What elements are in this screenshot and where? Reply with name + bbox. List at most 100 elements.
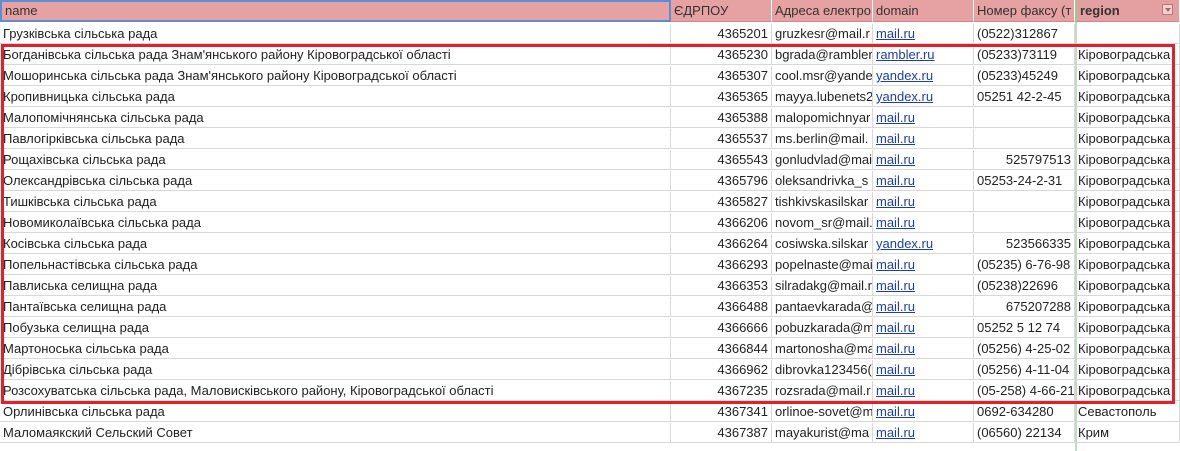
cell-name[interactable]: Косівська сільська рада: [0, 234, 671, 254]
header-fax[interactable]: Номер факсу (т: [974, 0, 1075, 22]
cell-region[interactable]: Крим: [1075, 423, 1180, 443]
cell-region[interactable]: Кіровоградська: [1075, 171, 1180, 191]
domain-link[interactable]: mail.ru: [876, 110, 915, 125]
domain-link[interactable]: rambler.ru: [876, 47, 935, 62]
domain-link[interactable]: mail.ru: [876, 383, 915, 398]
cell-name[interactable]: Орлинівська сільська рада: [0, 402, 671, 422]
cell-email[interactable]: pobuzkarada@m: [772, 318, 873, 338]
domain-link[interactable]: mail.ru: [876, 425, 915, 440]
cell-edrpou[interactable]: 4365201: [671, 24, 772, 44]
cell-fax[interactable]: 05252 5 12 74: [974, 318, 1075, 338]
cell-region[interactable]: Кіровоградська: [1075, 87, 1180, 107]
cell-region[interactable]: Кіровоградська: [1075, 276, 1180, 296]
cell-domain[interactable]: mail.ru: [873, 108, 974, 128]
cell-region[interactable]: Кіровоградська: [1075, 108, 1180, 128]
cell-edrpou[interactable]: 4365827: [671, 192, 772, 212]
cell-email[interactable]: cool.msr@yande: [772, 66, 873, 86]
cell-edrpou[interactable]: 4365388: [671, 108, 772, 128]
cell-fax[interactable]: (05238)22696: [974, 276, 1075, 296]
cell-fax[interactable]: (0522)312867: [974, 24, 1075, 44]
cell-domain[interactable]: rambler.ru: [873, 45, 974, 65]
cell-name[interactable]: Рощахівська сільська рада: [0, 150, 671, 170]
domain-link[interactable]: mail.ru: [876, 341, 915, 356]
cell-fax[interactable]: [974, 129, 1075, 149]
cell-fax[interactable]: (05235) 6-76-98: [974, 255, 1075, 275]
cell-edrpou[interactable]: 4366206: [671, 213, 772, 233]
domain-link[interactable]: mail.ru: [876, 173, 915, 188]
cell-edrpou[interactable]: 4365537: [671, 129, 772, 149]
domain-link[interactable]: mail.ru: [876, 257, 915, 272]
cell-edrpou[interactable]: 4366844: [671, 339, 772, 359]
cell-domain[interactable]: mail.ru: [873, 318, 974, 338]
cell-domain[interactable]: mail.ru: [873, 339, 974, 359]
cell-fax[interactable]: 05251 42-2-45: [974, 87, 1075, 107]
cell-region[interactable]: Кіровоградська: [1075, 45, 1180, 65]
cell-fax[interactable]: [974, 213, 1075, 233]
cell-domain[interactable]: mail.ru: [873, 255, 974, 275]
cell-email[interactable]: mayakurist@ma: [772, 423, 873, 443]
cell-region[interactable]: Кіровоградська: [1075, 66, 1180, 86]
cell-name[interactable]: Павлогірківська сільська рада: [0, 129, 671, 149]
cell-edrpou[interactable]: 4366666: [671, 318, 772, 338]
cell-domain[interactable]: mail.ru: [873, 129, 974, 149]
cell-fax[interactable]: 675207288: [974, 297, 1075, 317]
cell-edrpou[interactable]: 4365307: [671, 66, 772, 86]
domain-link[interactable]: yandex.ru: [876, 89, 933, 104]
cell-domain[interactable]: yandex.ru: [873, 87, 974, 107]
cell-email[interactable]: gonludvlad@mai: [772, 150, 873, 170]
filter-dropdown-icon[interactable]: [1162, 4, 1173, 15]
header-name[interactable]: name: [0, 0, 671, 22]
cell-region[interactable]: Кіровоградська: [1075, 339, 1180, 359]
header-domain[interactable]: domain: [873, 0, 974, 22]
cell-region[interactable]: Кіровоградська: [1075, 129, 1180, 149]
cell-fax[interactable]: (05233)45249: [974, 66, 1075, 86]
cell-region[interactable]: Кіровоградська: [1075, 192, 1180, 212]
cell-email[interactable]: bgrada@rambler: [772, 45, 873, 65]
cell-email[interactable]: pantaevkarada@: [772, 297, 873, 317]
cell-fax[interactable]: (05233)73119: [974, 45, 1075, 65]
cell-email[interactable]: ms.berlin@mail.: [772, 129, 873, 149]
cell-domain[interactable]: mail.ru: [873, 402, 974, 422]
cell-region[interactable]: [1075, 24, 1180, 44]
domain-link[interactable]: mail.ru: [876, 131, 915, 146]
cell-email[interactable]: tishkivskasilskar: [772, 192, 873, 212]
cell-name[interactable]: Попельнастівська сільська рада: [0, 255, 671, 275]
cell-region[interactable]: Кіровоградська: [1075, 297, 1180, 317]
domain-link[interactable]: mail.ru: [876, 194, 915, 209]
cell-email[interactable]: dibrovka123456(: [772, 360, 873, 380]
cell-email[interactable]: martonosha@ma: [772, 339, 873, 359]
cell-domain[interactable]: mail.ru: [873, 360, 974, 380]
cell-name[interactable]: Дібрівська сільська рада: [0, 360, 671, 380]
cell-email[interactable]: cosiwska.silskar: [772, 234, 873, 254]
cell-email[interactable]: novom_sr@mail.: [772, 213, 873, 233]
cell-region[interactable]: Кіровоградська: [1075, 234, 1180, 254]
cell-name[interactable]: Пантаївська селищна рада: [0, 297, 671, 317]
header-edrpou[interactable]: ЄДРПОУ: [671, 0, 772, 22]
cell-name[interactable]: Мошоринська сільська рада Знам'янського …: [0, 66, 671, 86]
domain-link[interactable]: yandex.ru: [876, 68, 933, 83]
domain-link[interactable]: mail.ru: [876, 215, 915, 230]
cell-name[interactable]: Грузківська сільська рада: [0, 24, 671, 44]
cell-edrpou[interactable]: 4365796: [671, 171, 772, 191]
cell-fax[interactable]: 0692-634280: [974, 402, 1075, 422]
cell-region[interactable]: Кіровоградська: [1075, 381, 1180, 401]
cell-name[interactable]: Олександрівська сільська рада: [0, 171, 671, 191]
cell-fax[interactable]: (06560) 22134: [974, 423, 1075, 443]
cell-domain[interactable]: mail.ru: [873, 297, 974, 317]
domain-link[interactable]: mail.ru: [876, 26, 915, 41]
domain-link[interactable]: mail.ru: [876, 404, 915, 419]
cell-edrpou[interactable]: 4365365: [671, 87, 772, 107]
cell-email[interactable]: malopomichnyar: [772, 108, 873, 128]
cell-edrpou[interactable]: 4367341: [671, 402, 772, 422]
cell-domain[interactable]: mail.ru: [873, 276, 974, 296]
cell-region[interactable]: Севастополь: [1075, 402, 1180, 422]
cell-edrpou[interactable]: 4366293: [671, 255, 772, 275]
cell-name[interactable]: Малопомічнянська сільська рада: [0, 108, 671, 128]
domain-link[interactable]: mail.ru: [876, 362, 915, 377]
cell-edrpou[interactable]: 4366488: [671, 297, 772, 317]
cell-email[interactable]: mayya.lubenets2: [772, 87, 873, 107]
cell-name[interactable]: Тишківська сільська рада: [0, 192, 671, 212]
cell-region[interactable]: Кіровоградська: [1075, 360, 1180, 380]
cell-name[interactable]: Розсохуватська сільська рада, Маловисків…: [0, 381, 671, 401]
cell-region[interactable]: Кіровоградська: [1075, 150, 1180, 170]
